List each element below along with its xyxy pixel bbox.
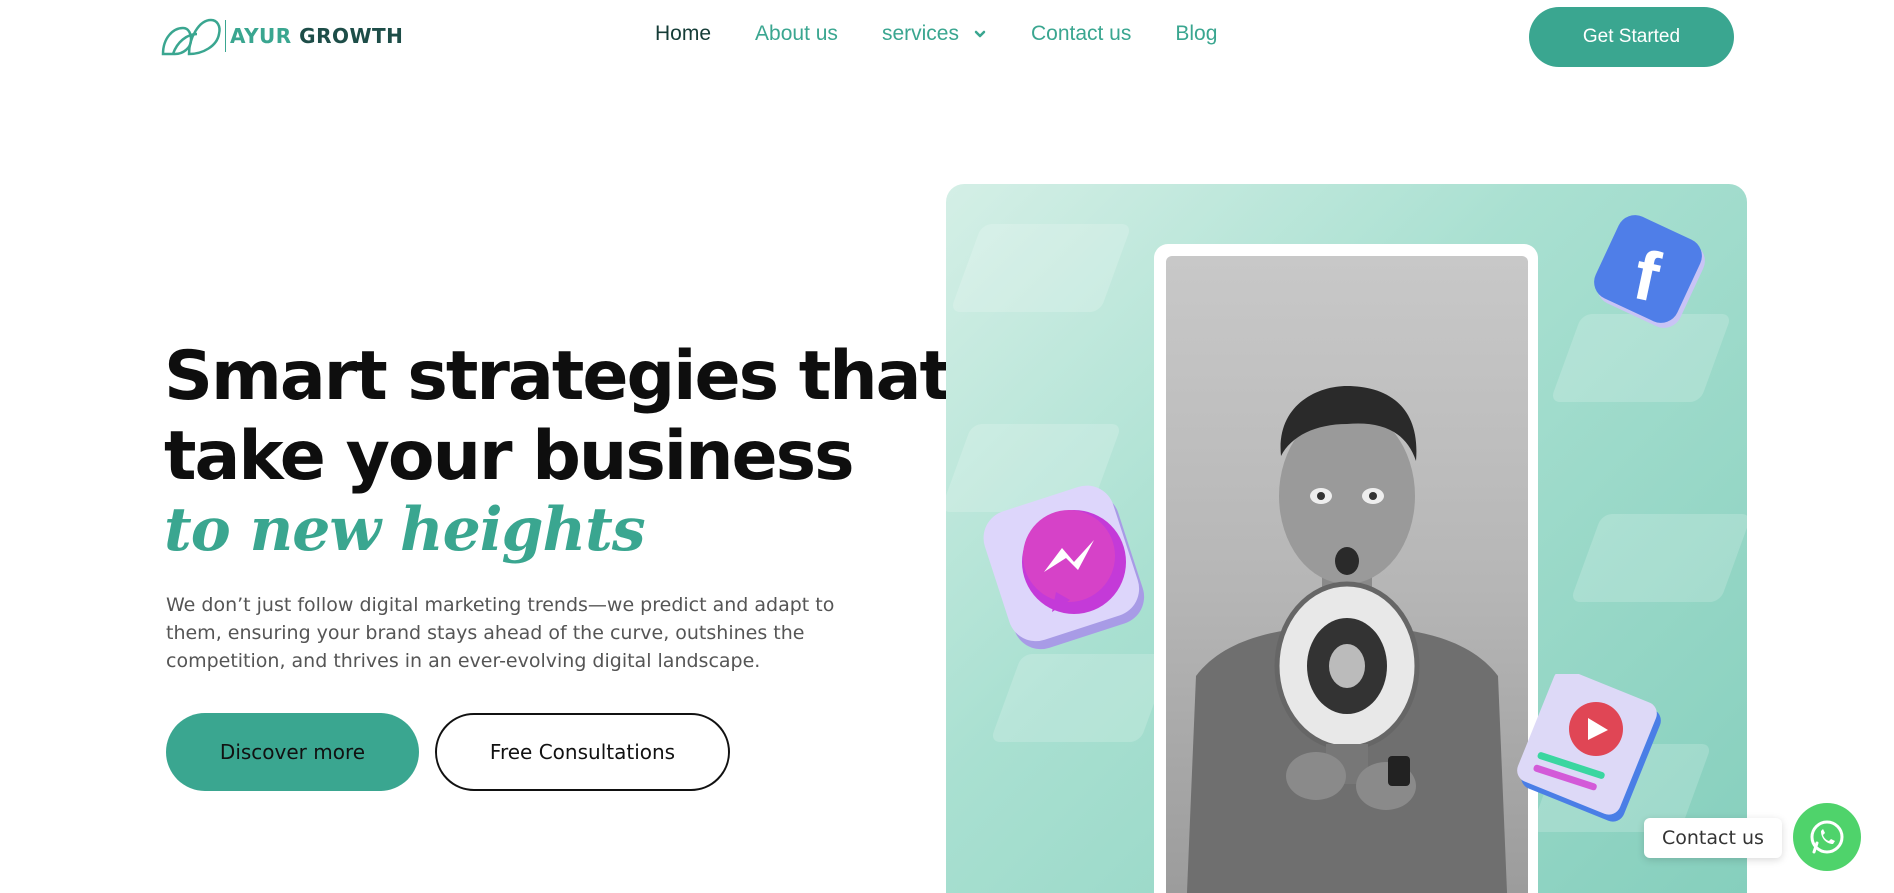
nav-home-label: Home [655, 22, 712, 45]
logo-text: AYUR GROWTH [230, 24, 403, 48]
nav-blog-label: Blog [1175, 22, 1218, 45]
hero-title: Smart strategies that take your business [164, 337, 952, 497]
contact-us-widget-label[interactable]: Contact us [1644, 818, 1782, 858]
background-hexagon [989, 654, 1173, 742]
messenger-icon [983, 485, 1145, 650]
nav-services-label: services [881, 22, 959, 45]
get-started-button[interactable]: Get Started [1529, 7, 1734, 67]
video-play-icon [1517, 674, 1661, 822]
nav-about[interactable]: About us [755, 22, 838, 46]
nav-contact[interactable]: Contact us [1031, 22, 1131, 46]
hero-photo [1166, 256, 1528, 893]
background-hexagon [949, 224, 1133, 312]
nav-services[interactable]: services [882, 22, 987, 46]
discover-more-button[interactable]: Discover more [166, 713, 419, 791]
logo-divider [225, 20, 226, 52]
logo-text-part2: GROWTH [299, 24, 404, 48]
nav-home[interactable]: Home [655, 22, 711, 46]
whatsapp-icon [1810, 820, 1844, 854]
hero-title-line2: take your business [164, 417, 855, 496]
main-nav: Home About us services Contact us Blog [655, 22, 1261, 46]
chevron-down-icon [974, 30, 986, 38]
hero-description: We don’t just follow digital marketing t… [166, 594, 835, 672]
hero-visual: f [946, 184, 1747, 893]
free-consultations-button[interactable]: Free Consultations [435, 713, 730, 791]
nav-blog[interactable]: Blog [1175, 22, 1217, 46]
logo[interactable]: AYUR GROWTH [159, 16, 403, 56]
nav-contact-label: Contact us [1030, 22, 1132, 45]
leaf-logo-icon [161, 18, 221, 56]
nav-about-label: About us [755, 22, 838, 45]
megaphone-person-illustration [1186, 386, 1508, 893]
whatsapp-button[interactable] [1793, 803, 1861, 871]
logo-text-part1: AYUR [230, 24, 292, 48]
background-hexagon [1569, 514, 1747, 602]
facebook-icon: f [1594, 215, 1705, 328]
hero-title-line1: Smart strategies that [164, 337, 952, 416]
hero-title-accent: to new heights [164, 495, 646, 565]
